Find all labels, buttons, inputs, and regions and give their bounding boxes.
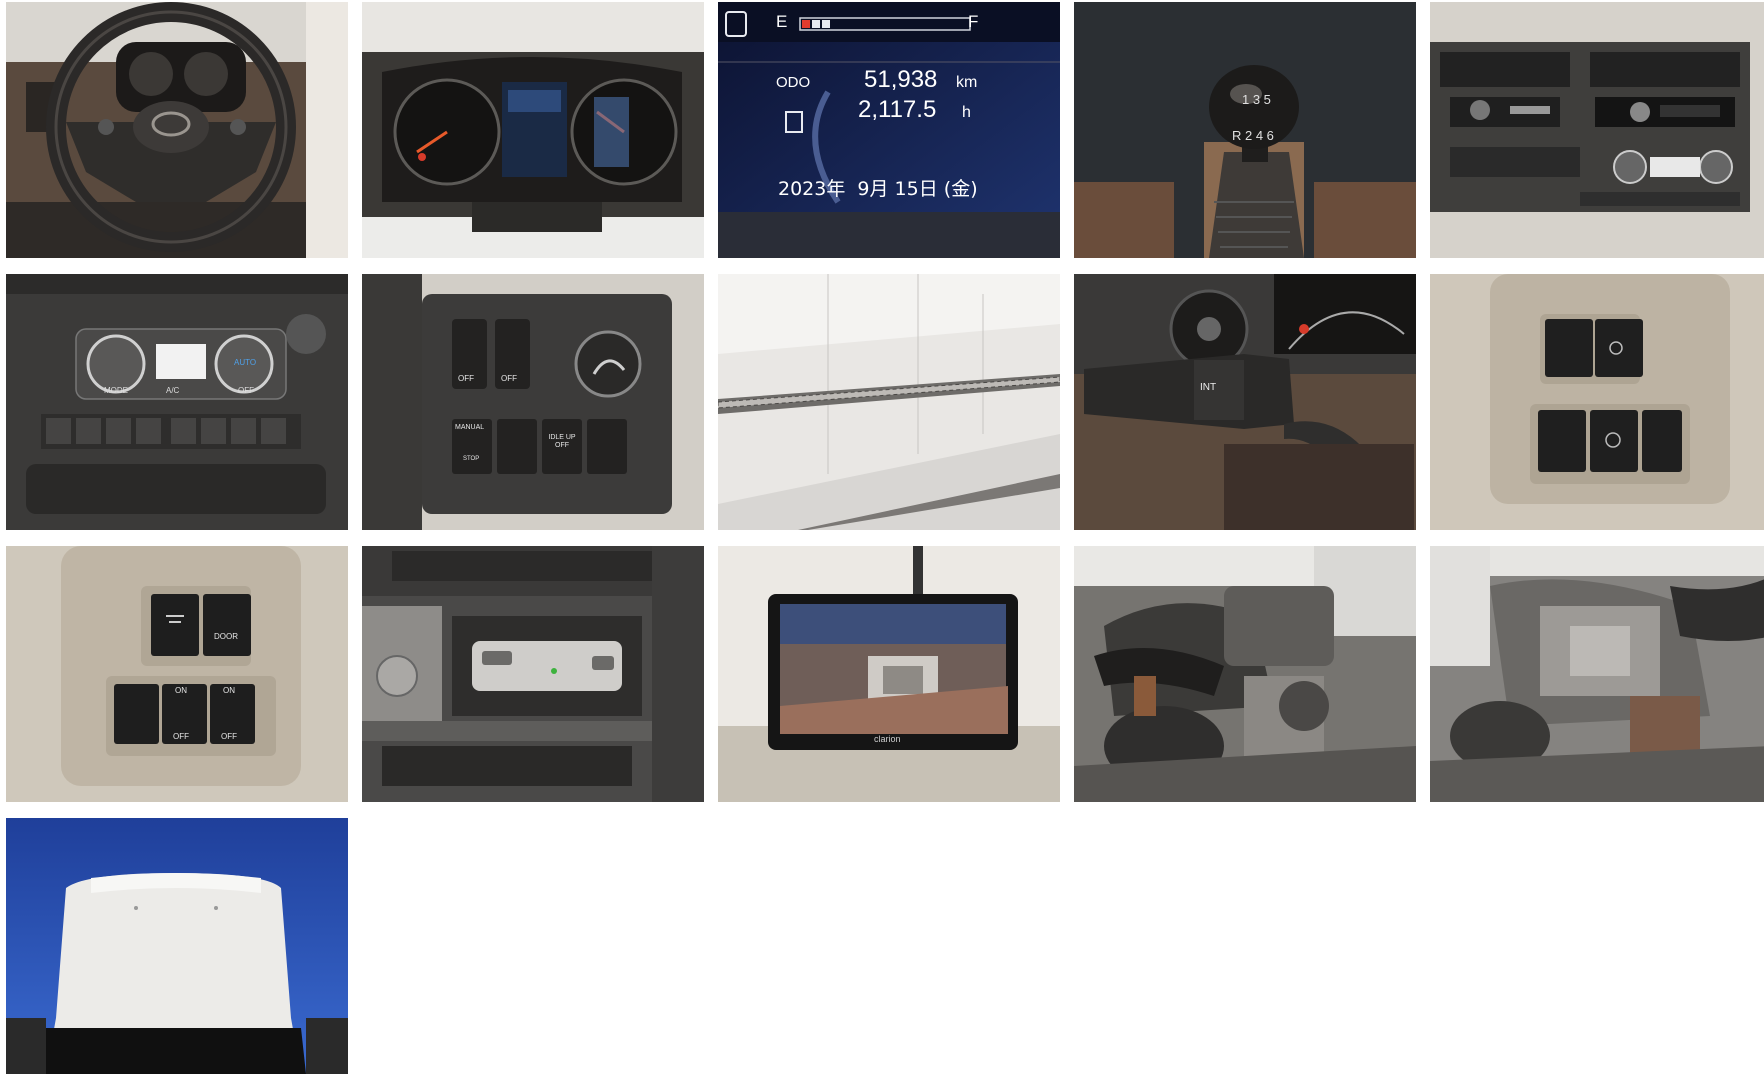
hour-meter-value: 2,117.5 [858, 96, 937, 123]
wiper-stalk-image [1074, 274, 1416, 530]
manual-stop-label: MANUAL [455, 424, 485, 431]
fuel-full-label: F [968, 12, 979, 31]
wiper-int-label: INT [1200, 382, 1217, 393]
climate-auto-label: AUTO [234, 358, 257, 367]
engine-left-image [1074, 546, 1416, 802]
hour-meter-unit: h [962, 104, 971, 121]
door-switches-image [6, 546, 348, 802]
steering-wheel-image [6, 2, 348, 258]
odometer-value: 51,938 [864, 66, 938, 93]
odometer-unit: km [956, 74, 978, 91]
date-display: 2023年 9月 15日 (金) [778, 178, 978, 200]
switch-off-label-2: OFF [221, 732, 237, 741]
photo-climate-panel[interactable]: MODE A/C AUTO OFF [6, 274, 348, 530]
photo-steering-wheel[interactable] [6, 2, 348, 258]
photo-etc-reader[interactable] [362, 546, 704, 802]
switch-on-label-2: ON [223, 686, 235, 695]
lower-switches-image [1430, 274, 1764, 530]
cargo-box-image [718, 274, 1060, 530]
photo-lower-switches[interactable] [1430, 274, 1764, 530]
photo-instrument-cluster[interactable] [362, 2, 704, 258]
photo-center-console[interactable] [1430, 2, 1764, 258]
photo-gear-shift[interactable]: 1 3 5 R 2 4 6 [1074, 2, 1416, 258]
shift-pattern-top: 1 3 5 [1242, 92, 1271, 107]
switch-off-label-1: OFF [458, 374, 474, 383]
photo-odometer-display[interactable]: E F ODO 51,938 km 2,117.5 h 2023年 9月 15日… [718, 2, 1060, 258]
switch-off-label-2: OFF [501, 374, 517, 383]
climate-ac-label: A/C [166, 386, 180, 395]
photo-wiper-stalk[interactable]: INT [1074, 274, 1416, 530]
shift-pattern-bottom: R 2 4 6 [1232, 128, 1274, 143]
dash-switches-image [362, 274, 704, 530]
center-console-image [1430, 2, 1764, 258]
idle-up-off-label: IDLE UP OFF [548, 434, 576, 449]
monitor-brand: clarion [874, 734, 901, 744]
switch-off-label-1: OFF [173, 732, 189, 741]
stop-label: STOP [463, 456, 480, 462]
switch-on-label-1: ON [175, 686, 187, 695]
cab-roof-image [6, 818, 348, 1074]
photo-rear-monitor[interactable]: clarion [718, 546, 1060, 802]
photo-cargo-box[interactable] [718, 274, 1060, 530]
odometer-display-image [718, 2, 1060, 258]
fuel-empty-label: E [776, 12, 788, 31]
climate-mode-label: MODE [104, 386, 128, 395]
instrument-cluster-image [362, 2, 704, 258]
rear-monitor-image [718, 546, 1060, 802]
climate-off-label: OFF [238, 386, 254, 395]
photo-engine-left[interactable] [1074, 546, 1416, 802]
photo-door-switches[interactable]: DOOR ON OFF ON OFF [6, 546, 348, 802]
engine-right-image [1430, 546, 1764, 802]
etc-reader-image [362, 546, 704, 802]
climate-panel-image [6, 274, 348, 530]
odo-label: ODO [776, 74, 811, 91]
door-label: DOOR [214, 632, 238, 641]
photo-cab-roof[interactable] [6, 818, 348, 1074]
photo-dash-switches[interactable]: OFF OFF MANUAL STOP IDLE UP OFF [362, 274, 704, 530]
photo-engine-right[interactable] [1430, 546, 1764, 802]
